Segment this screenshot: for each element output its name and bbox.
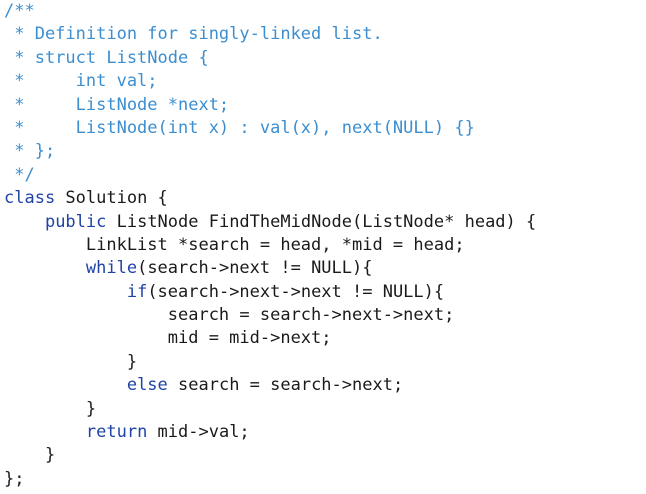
keyword-token: public [44, 211, 107, 232]
keyword-token: while [85, 258, 138, 279]
code-line: * Definition for singly-linked list. [4, 23, 536, 46]
code-token: mid = mid->next; [4, 328, 332, 349]
code-token: mid->val; [147, 422, 250, 443]
code-line: * struct ListNode { [4, 47, 536, 70]
comment-token: * int val; [4, 71, 158, 92]
keyword-token: else [126, 375, 168, 396]
code-line: } [4, 398, 536, 421]
comment-token: * }; [4, 141, 56, 162]
comment-token: * ListNode *next; [4, 94, 230, 115]
keyword-token: class [4, 188, 56, 209]
code-line: return mid->val; [4, 421, 536, 444]
comment-token: * Definition for singly-linked list. [4, 24, 383, 45]
code-line: public ListNode FindTheMidNode(ListNode*… [4, 211, 536, 234]
code-token: }; [4, 468, 25, 489]
code-token: Solution { [55, 188, 168, 209]
code-line: } [4, 351, 536, 374]
code-token: (search->next->next != NULL){ [147, 281, 445, 302]
code-token: (search->next != NULL){ [137, 258, 373, 279]
code-line: mid = mid->next; [4, 327, 536, 350]
code-line: LinkList *search = head, *mid = head; [4, 234, 536, 257]
code-line: }; [4, 468, 536, 491]
code-line: */ [4, 164, 536, 187]
comment-token: * ListNode(int x) : val(x), next(NULL) {… [4, 117, 475, 138]
code-line: else search = search->next; [4, 374, 536, 397]
code-line: * }; [4, 140, 536, 163]
keyword-token: if [126, 281, 148, 302]
code-line: class Solution { [4, 187, 536, 210]
comment-token: /** [4, 1, 35, 21]
code-line: * ListNode(int x) : val(x), next(NULL) {… [4, 117, 536, 140]
code-token: search = search->next; [167, 375, 404, 396]
code-editor: /** * Definition for singly-linked list.… [0, 0, 646, 494]
code-line: * ListNode *next; [4, 94, 536, 117]
code-token: LinkList *search = head, *mid = head; [4, 234, 465, 255]
code-token: } [4, 445, 56, 466]
code-block: /** * Definition for singly-linked list.… [4, 0, 536, 491]
code-line: * int val; [4, 70, 536, 93]
comment-token: * struct ListNode { [4, 47, 209, 68]
code-token: ListNode FindTheMidNode(ListNode* head) … [106, 211, 537, 232]
code-line: search = search->next->next; [4, 304, 536, 327]
code-line: if(search->next->next != NULL){ [4, 281, 536, 304]
code-token: } [4, 398, 97, 419]
code-line: } [4, 444, 536, 467]
code-token: } [4, 351, 138, 372]
comment-token: */ [4, 164, 35, 185]
code-line: /** [4, 0, 536, 23]
keyword-token: return [85, 422, 148, 443]
code-token: search = search->next->next; [4, 305, 455, 326]
code-line: while(search->next != NULL){ [4, 257, 536, 280]
